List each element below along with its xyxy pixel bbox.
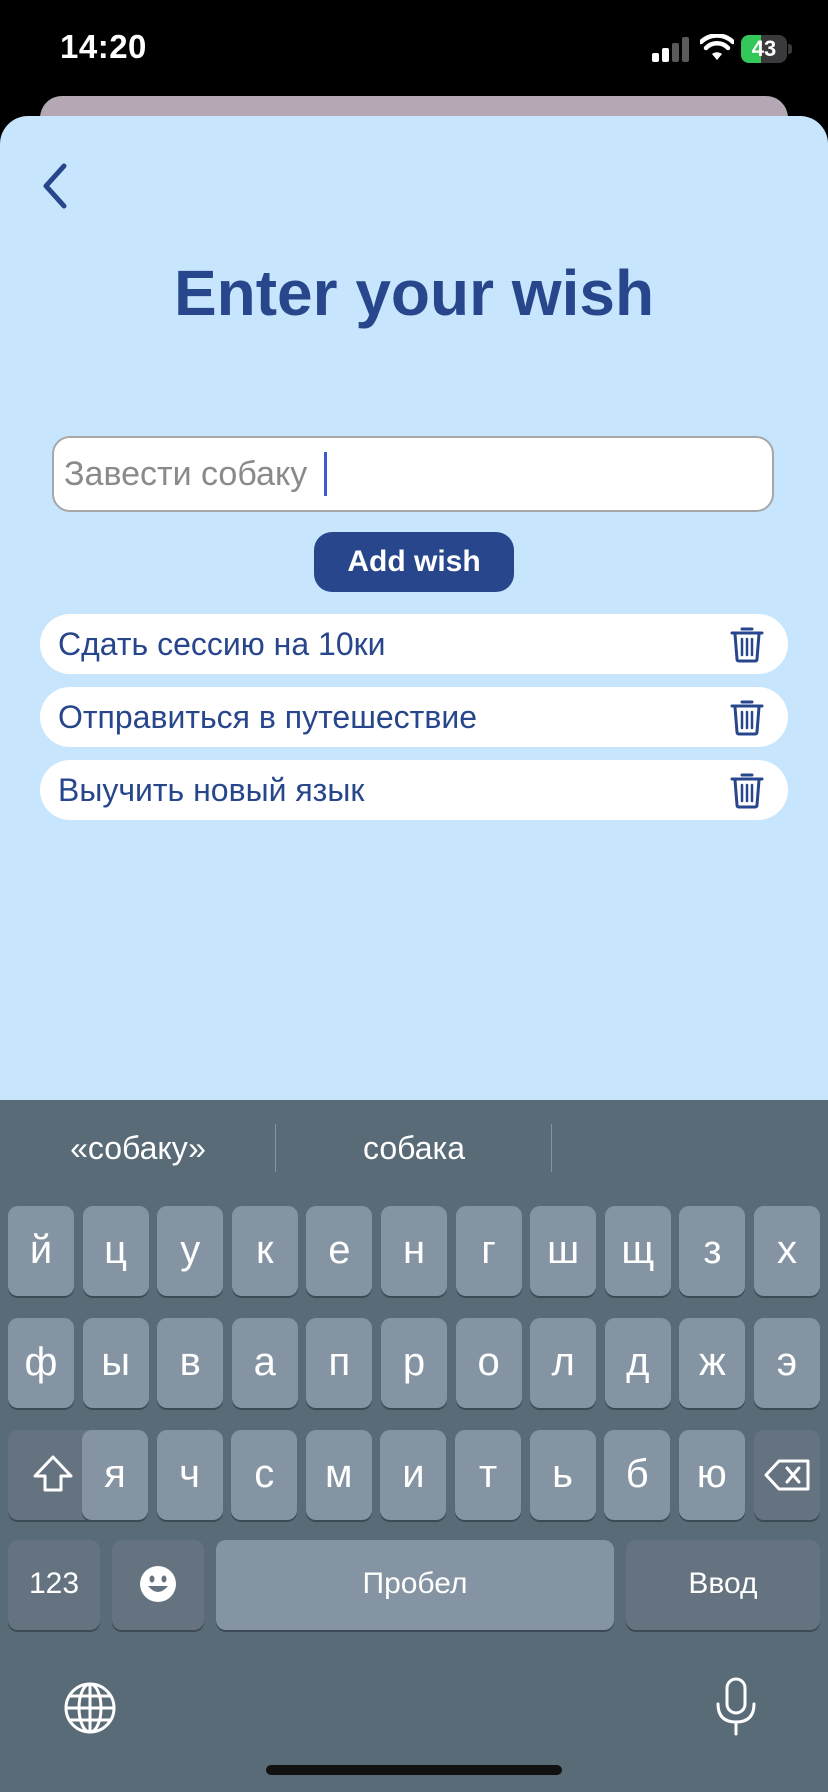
- wish-list: Сдать сессию на 10ки Отправиться в путеш…: [40, 614, 788, 833]
- return-key[interactable]: Ввод: [626, 1540, 820, 1630]
- wish-item: Сдать сессию на 10ки: [40, 614, 788, 674]
- letter-key[interactable]: в: [157, 1318, 224, 1408]
- letter-key[interactable]: о: [455, 1318, 522, 1408]
- letter-key[interactable]: ц: [82, 1206, 149, 1296]
- letter-key[interactable]: ь: [529, 1430, 596, 1520]
- back-chevron-icon[interactable]: [34, 156, 78, 216]
- letter-key[interactable]: л: [530, 1318, 597, 1408]
- letter-key[interactable]: г: [455, 1206, 522, 1296]
- emoji-icon: [140, 1566, 176, 1602]
- letter-key[interactable]: э: [754, 1318, 820, 1408]
- add-wish-button[interactable]: Add wish: [314, 532, 514, 592]
- suggestion-bar: «собаку» собака: [0, 1100, 828, 1196]
- home-indicator: [266, 1765, 562, 1775]
- wish-label: Сдать сессию на 10ки: [58, 626, 386, 662]
- page-title: Enter your wish: [173, 257, 655, 329]
- numbers-key[interactable]: 123: [8, 1540, 100, 1630]
- letter-key[interactable]: ю: [678, 1430, 745, 1520]
- letter-key[interactable]: б: [604, 1430, 671, 1520]
- wish-label: Отправиться в путешествие: [58, 699, 477, 735]
- letter-key[interactable]: е: [306, 1206, 373, 1296]
- globe-icon[interactable]: [62, 1680, 118, 1736]
- trash-icon[interactable]: [730, 625, 764, 663]
- wifi-icon: [700, 34, 734, 60]
- letter-key[interactable]: а: [231, 1318, 298, 1408]
- status-time: 14:20: [60, 28, 147, 65]
- battery-percent: 43: [751, 36, 777, 61]
- shift-icon: [33, 1455, 73, 1492]
- trash-icon[interactable]: [730, 771, 764, 809]
- letter-key[interactable]: я: [82, 1430, 148, 1520]
- backspace-icon: [764, 1459, 810, 1491]
- wish-label: Выучить новый язык: [58, 772, 365, 808]
- letter-key[interactable]: ж: [679, 1318, 746, 1408]
- letter-key[interactable]: щ: [604, 1206, 671, 1296]
- letter-key[interactable]: к: [231, 1206, 298, 1296]
- space-key[interactable]: Пробел: [216, 1540, 614, 1630]
- letter-key[interactable]: н: [381, 1206, 447, 1296]
- suggestion-item[interactable]: [552, 1100, 828, 1196]
- letter-key[interactable]: й: [8, 1206, 74, 1296]
- letter-key[interactable]: ф: [8, 1318, 74, 1408]
- letter-key[interactable]: ч: [156, 1430, 223, 1520]
- letter-key[interactable]: з: [679, 1206, 746, 1296]
- letter-key[interactable]: и: [380, 1430, 447, 1520]
- wish-item: Выучить новый язык: [40, 760, 788, 820]
- letter-key[interactable]: д: [604, 1318, 671, 1408]
- suggestion-item[interactable]: собака: [276, 1100, 552, 1196]
- keyboard: «собаку» собака 123 Пробел Ввод й ц у к …: [0, 1100, 828, 1792]
- wish-input-container: [52, 436, 774, 512]
- wish-item: Отправиться в путешествие: [40, 687, 788, 747]
- letter-key[interactable]: п: [306, 1318, 373, 1408]
- letter-key[interactable]: с: [231, 1430, 298, 1520]
- cellular-signal-icon: [652, 36, 692, 62]
- emoji-key[interactable]: [112, 1540, 204, 1630]
- backspace-key[interactable]: [754, 1430, 820, 1520]
- letter-key[interactable]: ш: [530, 1206, 597, 1296]
- suggestion-item[interactable]: «собаку»: [0, 1100, 276, 1196]
- wish-input[interactable]: [64, 438, 764, 510]
- letter-key[interactable]: ы: [82, 1318, 149, 1408]
- letter-key[interactable]: х: [754, 1206, 820, 1296]
- text-caret: [324, 452, 327, 496]
- trash-icon[interactable]: [730, 698, 764, 736]
- status-bar: 14:20 43: [0, 0, 828, 96]
- letter-key[interactable]: р: [381, 1318, 447, 1408]
- letter-key[interactable]: м: [305, 1430, 372, 1520]
- battery-icon: 43: [741, 35, 792, 63]
- microphone-icon[interactable]: [712, 1676, 760, 1738]
- letter-key[interactable]: т: [455, 1430, 521, 1520]
- letter-key[interactable]: у: [157, 1206, 224, 1296]
